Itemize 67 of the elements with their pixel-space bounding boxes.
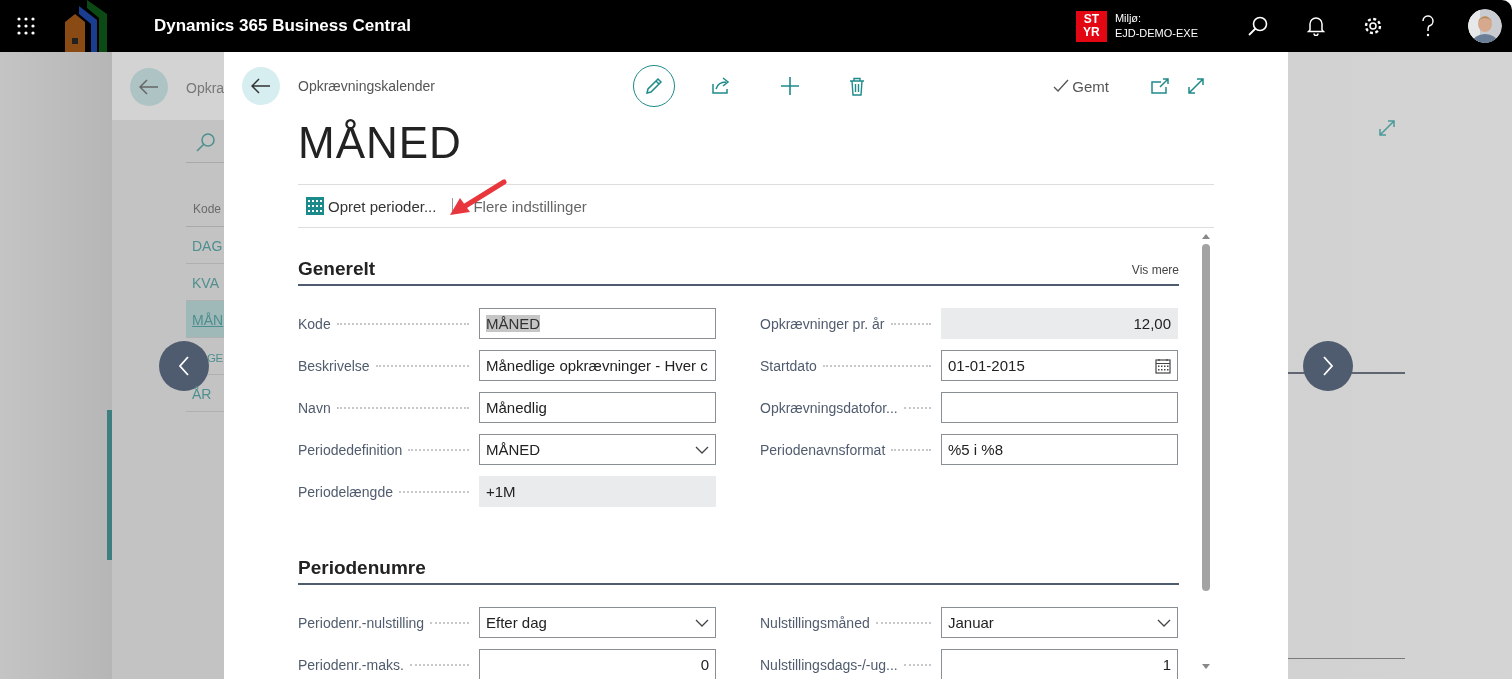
section-title: Periodenumre <box>298 557 426 579</box>
input-field[interactable]: Månedlige opkrævninger - Hver c <box>479 350 716 381</box>
field-label: Nulstillingsdags-/-ug... <box>760 656 898 673</box>
expand-icon[interactable] <box>1378 119 1396 137</box>
scrollbar-thumb[interactable] <box>1202 244 1210 591</box>
calendar-icon <box>1155 357 1171 374</box>
input-field[interactable] <box>941 392 1178 423</box>
bell-icon[interactable] <box>1307 16 1325 36</box>
app-launcher-icon[interactable] <box>17 17 35 35</box>
scroll-up-icon[interactable] <box>1201 232 1211 240</box>
field-label: Opkrævningsdatofor... <box>760 399 898 416</box>
environment-label: Miljø: <box>1114 11 1143 26</box>
field-label: Beskrivelse <box>298 357 370 374</box>
chevron-right-icon <box>1321 355 1335 377</box>
show-more-link[interactable]: Vis mere <box>1131 263 1179 280</box>
next-button[interactable] <box>1303 341 1353 391</box>
field-label: Opkrævninger pr. år <box>760 315 885 332</box>
field-label: Startdato <box>760 357 817 374</box>
app-title: Dynamics 365 Business Central <box>154 16 411 36</box>
chevron-left-icon <box>177 355 191 377</box>
chevron-down-icon <box>1157 618 1171 627</box>
field-label: Nulstillingsmåned <box>760 614 870 631</box>
arrow-left-icon <box>139 79 159 95</box>
delete-icon[interactable] <box>849 76 865 96</box>
input-field[interactable]: MÅNED <box>479 308 716 339</box>
action-button[interactable]: Opret perioder... <box>298 196 437 216</box>
readonly-field[interactable]: 12,00 <box>941 308 1178 339</box>
checkmark-icon <box>1053 79 1070 93</box>
settings-icon[interactable] <box>1363 16 1383 36</box>
open-in-new-window-icon[interactable] <box>1151 78 1169 94</box>
search-icon[interactable] <box>1247 15 1269 37</box>
pencil-icon <box>644 76 664 96</box>
dropdown-field[interactable]: Efter dag <box>479 607 716 638</box>
back-button[interactable] <box>242 67 280 105</box>
input-field[interactable]: 1 <box>941 649 1178 679</box>
arrow-left-icon <box>251 78 271 94</box>
environment-badge: ST YR <box>1075 10 1107 42</box>
readonly-field[interactable]: +1M <box>479 476 716 507</box>
chevron-down-icon <box>695 618 709 627</box>
scroll-down-icon[interactable] <box>1201 663 1211 671</box>
field-label: Periodenr.-maks. <box>298 656 404 673</box>
expand-icon[interactable] <box>1187 77 1205 95</box>
field-label: Kode <box>298 315 331 332</box>
dropdown-field[interactable]: Januar <box>941 607 1178 638</box>
save-status: Gemt <box>1072 77 1109 95</box>
calendar-grid-icon <box>306 197 324 215</box>
record-title: MÅNED <box>298 117 463 169</box>
environment-name: EJD-DEMO-EXE <box>1114 26 1198 41</box>
field-label: Periodedefinition <box>298 441 403 458</box>
field-label: Periodenr.-nulstilling <box>298 614 425 631</box>
dropdown-field[interactable]: MÅNED <box>479 434 716 465</box>
help-icon[interactable] <box>1421 15 1435 37</box>
input-field[interactable]: %5 i %8 <box>941 434 1178 465</box>
add-icon[interactable] <box>780 76 800 96</box>
field-label: Periodenavnsformat <box>760 441 886 458</box>
field-label: Navn <box>298 399 331 416</box>
chevron-down-icon <box>695 445 709 454</box>
breadcrumb: Opkrævningskalender <box>298 78 436 94</box>
date-field[interactable]: 01-01-2015 <box>941 350 1178 381</box>
column-header: Kode <box>193 202 222 216</box>
field-label: Periodelængde <box>298 483 393 500</box>
input-field[interactable]: Månedlig <box>479 392 716 423</box>
breadcrumb: Opkra <box>186 80 224 96</box>
action-button[interactable]: Flere indstillinger <box>473 196 587 216</box>
share-icon[interactable] <box>711 77 731 95</box>
section-title: Generelt <box>298 258 376 280</box>
input-field[interactable]: 0 <box>479 649 716 679</box>
